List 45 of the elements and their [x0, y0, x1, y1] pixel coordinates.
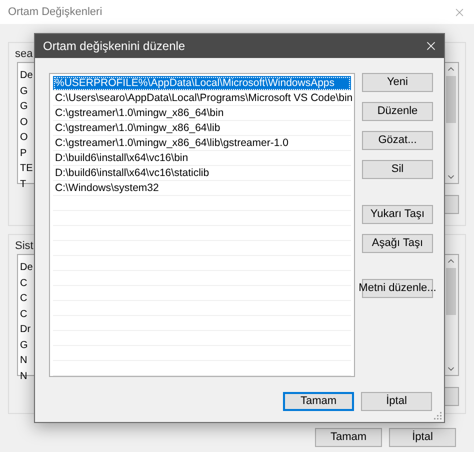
dialog-button[interactable]: Yeni	[362, 73, 433, 92]
scrollbar[interactable]	[444, 63, 458, 183]
path-item[interactable]: D:\build6\install\x64\vc16\staticlib	[53, 166, 351, 181]
list-item[interactable]: C	[20, 291, 28, 306]
close-icon[interactable]	[424, 39, 438, 53]
list-item[interactable]: G	[20, 84, 28, 99]
list-item[interactable]: O	[20, 130, 28, 146]
list-item[interactable]: C	[20, 276, 28, 291]
group-label: Sist	[15, 239, 34, 253]
list-item[interactable]: De	[20, 68, 33, 84]
scrollbar[interactable]	[444, 255, 458, 375]
list-item[interactable]: De	[20, 260, 33, 276]
path-item[interactable]: D:\build6\install\x64\vc16\bin	[53, 151, 351, 166]
dialog-button[interactable]: Yukarı Taşı	[362, 205, 433, 224]
path-item[interactable]: C:\Users\searo\AppData\Local\Programs\Microsoft VS Code\bin	[53, 91, 351, 106]
list-item[interactable]: G	[20, 99, 28, 114]
resize-grip-icon[interactable]	[434, 412, 442, 420]
list-item[interactable]: TE	[20, 161, 33, 176]
list-item[interactable]: C	[20, 306, 28, 322]
dialog-title: Ortam değişkenini düzenle	[43, 38, 186, 55]
list-item[interactable]: P	[20, 146, 27, 161]
path-item[interactable]: C:\gstreamer\1.0\mingw_x86_64\lib\gstreamer-1.0	[53, 136, 351, 151]
window-button[interactable]: Tamam	[315, 428, 382, 447]
list-item[interactable]: O	[20, 114, 28, 130]
list-item[interactable]: Dr	[20, 322, 31, 338]
path-item[interactable]: C:\Windows\system32	[53, 181, 351, 196]
list-item[interactable]: N	[20, 353, 28, 368]
scrollbar-thumb[interactable]	[446, 268, 456, 315]
path-item[interactable]: %USERPROFILE%\AppData\Local\Microsoft\WindowsApps	[53, 76, 351, 91]
scrollbar-thumb[interactable]	[446, 76, 456, 123]
path-item[interactable]: C:\gstreamer\1.0\mingw_x86_64\lib	[53, 121, 351, 136]
list-item[interactable]: T	[20, 176, 26, 192]
dialog-button[interactable]: Sil	[362, 160, 433, 179]
dialog-button[interactable]: Metni düzenle...	[362, 279, 433, 298]
dialog-button[interactable]: Düzenle	[362, 102, 433, 121]
dialog-button[interactable]: Gözat...	[362, 131, 433, 150]
list-item[interactable]: N	[20, 368, 28, 384]
path-item[interactable]: C:\gstreamer\1.0\mingw_x86_64\bin	[53, 106, 351, 121]
dialog-button[interactable]: Aşağı Taşı	[362, 234, 433, 253]
window-title: Ortam Değişkenleri	[8, 4, 102, 20]
list-item[interactable]: G	[20, 338, 28, 353]
dialog-button[interactable]: İptal	[361, 392, 432, 411]
dialog-button[interactable]: Tamam	[283, 392, 354, 411]
window-button[interactable]: İptal	[389, 428, 456, 447]
group-label: sea	[15, 47, 33, 61]
